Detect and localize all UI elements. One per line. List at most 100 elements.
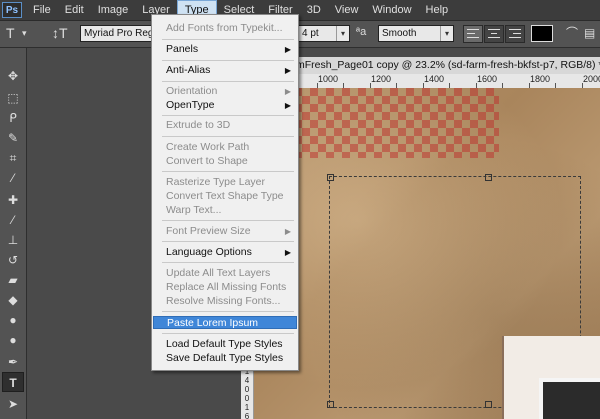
- eraser-tool-icon[interactable]: ▰: [2, 270, 24, 290]
- font-size-value: 4 pt: [302, 28, 319, 39]
- menu-separator: [162, 81, 294, 82]
- menu-item-save-default-type-styles[interactable]: Save Default Type Styles: [153, 352, 297, 365]
- path-select-tool-icon[interactable]: ➤: [2, 394, 24, 414]
- menu-separator: [162, 241, 294, 242]
- move-tool-icon[interactable]: ✥: [2, 66, 24, 86]
- menu-item-convert-text-shape-type[interactable]: Convert Text Shape Type: [153, 190, 297, 203]
- preset-dropdown-icon[interactable]: ▾: [22, 25, 27, 42]
- history-brush-tool-icon[interactable]: ↺: [2, 250, 24, 270]
- eyedropper-tool-icon[interactable]: ⁄: [2, 168, 24, 188]
- align-center-button[interactable]: [484, 25, 504, 43]
- menu-item-label: Save Default Type Styles: [166, 352, 284, 364]
- submenu-arrow-icon: ▶: [284, 87, 291, 96]
- menu-item-label: Load Default Type Styles: [166, 338, 283, 350]
- menu-separator: [162, 333, 294, 334]
- menu-item-update-all-text-layers[interactable]: Update All Text Layers: [153, 267, 297, 280]
- menu-item-load-default-type-styles[interactable]: Load Default Type Styles: [153, 338, 297, 351]
- menu-item-extrude-to-3d[interactable]: Extrude to 3D: [153, 119, 297, 132]
- chevron-down-icon[interactable]: ▾: [336, 26, 349, 41]
- submenu-arrow-icon: ▶: [284, 227, 291, 236]
- menu-item-label: OpenType: [166, 99, 215, 111]
- menu-item-language-options[interactable]: Language Options ▶: [153, 246, 297, 259]
- text-color-swatch[interactable]: [531, 25, 553, 42]
- character-panel-icon[interactable]: ▤: [584, 25, 595, 42]
- menu-separator: [162, 39, 294, 40]
- ruler-label: 1600: [477, 74, 498, 84]
- menu-item-create-work-path[interactable]: Create Work Path: [153, 141, 297, 154]
- lasso-tool-icon[interactable]: ᑭ: [2, 108, 24, 128]
- menu-3d[interactable]: 3D: [300, 0, 328, 20]
- menu-separator: [162, 220, 294, 221]
- menu-item-anti-alias[interactable]: Anti-Alias ▶: [153, 64, 297, 77]
- photo-frame-image: [539, 378, 600, 419]
- align-right-button[interactable]: [505, 25, 525, 43]
- paint-bucket-tool-icon[interactable]: ◆: [2, 290, 24, 310]
- menu-window[interactable]: Window: [365, 0, 418, 20]
- font-size-field[interactable]: 4 pt ▾: [298, 25, 350, 42]
- menu-item-warp-text[interactable]: Warp Text...: [153, 204, 297, 217]
- ruler-label: 6: [244, 412, 250, 419]
- submenu-arrow-icon: ▶: [284, 248, 291, 257]
- menu-item-font-preview-size[interactable]: Font Preview Size ▶: [153, 225, 297, 238]
- menu-item-label: Font Preview Size: [166, 225, 251, 237]
- ruler-label: 1200: [371, 74, 392, 84]
- clone-stamp-tool-icon[interactable]: ⊥: [2, 230, 24, 250]
- ruler-label: 1800: [530, 74, 551, 84]
- menu-item-opentype[interactable]: OpenType ▶: [153, 99, 297, 112]
- menu-item-orientation[interactable]: Orientation ▶: [153, 85, 297, 98]
- anti-alias-icon: ªa: [356, 26, 367, 38]
- ruler-label: 2000: [583, 74, 600, 84]
- menu-item-label: Create Work Path: [166, 141, 250, 153]
- menu-item-rasterize-type-layer[interactable]: Rasterize Type Layer: [153, 176, 297, 189]
- ruler-label: 0: [244, 385, 250, 394]
- ruler-label: 1400: [424, 74, 445, 84]
- transform-handle[interactable]: [327, 174, 334, 181]
- blur-tool-icon[interactable]: ●: [2, 310, 24, 330]
- menu-item-label: Rasterize Type Layer: [166, 176, 266, 188]
- menu-item-label: Update All Text Layers: [166, 267, 271, 279]
- menu-help[interactable]: Help: [419, 0, 456, 20]
- menu-separator: [162, 171, 294, 172]
- menu-file[interactable]: File: [26, 0, 58, 20]
- dodge-tool-icon[interactable]: ●: [2, 330, 24, 350]
- healing-brush-tool-icon[interactable]: ✚: [2, 190, 24, 210]
- transform-handle[interactable]: [485, 401, 492, 408]
- anti-alias-select[interactable]: Smooth ▾: [378, 25, 454, 42]
- menu-item-label: Add Fonts from Typekit...: [166, 22, 283, 34]
- crop-tool-icon[interactable]: ⌗: [2, 148, 24, 168]
- submenu-arrow-icon: ▶: [284, 45, 291, 54]
- quick-select-tool-icon[interactable]: ✎: [2, 128, 24, 148]
- menu-item-label: Orientation: [166, 85, 218, 97]
- horizontal-ruler: 1000 1200 1400 1600 1800 2000: [293, 74, 600, 89]
- menu-item-paste-lorem-ipsum[interactable]: Paste Lorem Ipsum: [153, 316, 297, 329]
- pen-tool-icon[interactable]: ✒: [2, 352, 24, 372]
- document-canvas[interactable]: [254, 88, 600, 419]
- warp-text-icon[interactable]: ⌒: [566, 25, 578, 42]
- menu-edit[interactable]: Edit: [58, 0, 91, 20]
- transform-handle[interactable]: [327, 401, 334, 408]
- font-family-select[interactable]: Myriad Pro Regular: [80, 25, 152, 42]
- menu-item-resolve-missing-fonts[interactable]: Resolve Missing Fonts...: [153, 295, 297, 308]
- ruler-label: 4: [244, 376, 250, 385]
- menu-image[interactable]: Image: [91, 0, 136, 20]
- type-menu-dropdown: Add Fonts from Typekit... Panels ▶ Anti-A…: [151, 14, 299, 371]
- menu-item-panels[interactable]: Panels ▶: [153, 43, 297, 56]
- type-tool-icon[interactable]: T: [2, 372, 24, 392]
- chevron-down-icon[interactable]: ▾: [440, 26, 453, 41]
- toggle-orientation-icon[interactable]: ↕T: [52, 25, 68, 42]
- menu-item-convert-to-shape[interactable]: Convert to Shape: [153, 155, 297, 168]
- transform-handle[interactable]: [485, 174, 492, 181]
- document-tab[interactable]: mFresh_Page01 copy @ 23.2% (sd-farm-fres…: [293, 57, 600, 74]
- menu-item-label: Convert Text Shape Type: [166, 190, 284, 202]
- brush-tool-icon[interactable]: ⁄: [2, 210, 24, 230]
- menu-separator: [162, 262, 294, 263]
- menu-item-add-fonts-typekit[interactable]: Add Fonts from Typekit...: [153, 22, 297, 35]
- menu-item-label: Convert to Shape: [166, 155, 248, 167]
- options-bar: T ▾ ↕T Myriad Pro Regular 4 pt ▾ ªa Smoo…: [0, 21, 600, 48]
- type-tool-preset-icon[interactable]: T: [6, 25, 15, 42]
- menu-item-replace-all-missing-fonts[interactable]: Replace All Missing Fonts: [153, 281, 297, 294]
- align-left-button[interactable]: [463, 25, 483, 43]
- marquee-tool-icon[interactable]: ⬚: [2, 88, 24, 108]
- menu-view[interactable]: View: [328, 0, 366, 20]
- menu-separator: [162, 311, 294, 312]
